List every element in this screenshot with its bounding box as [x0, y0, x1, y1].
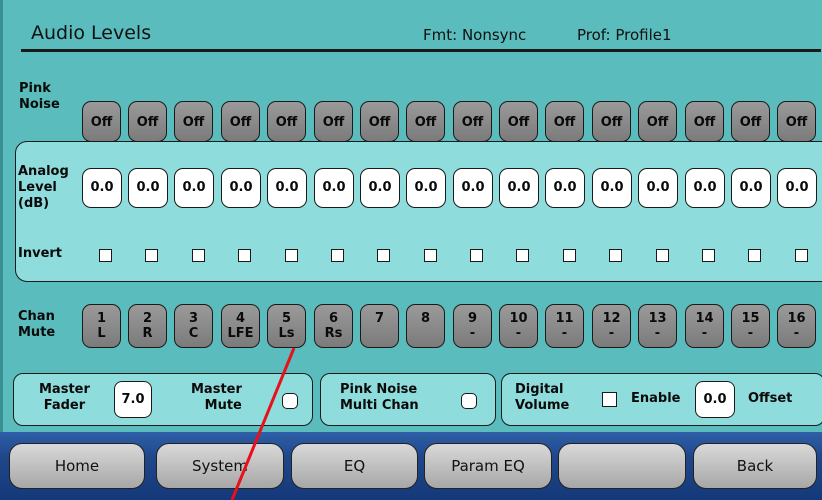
red-annotation-line — [230, 347, 296, 500]
